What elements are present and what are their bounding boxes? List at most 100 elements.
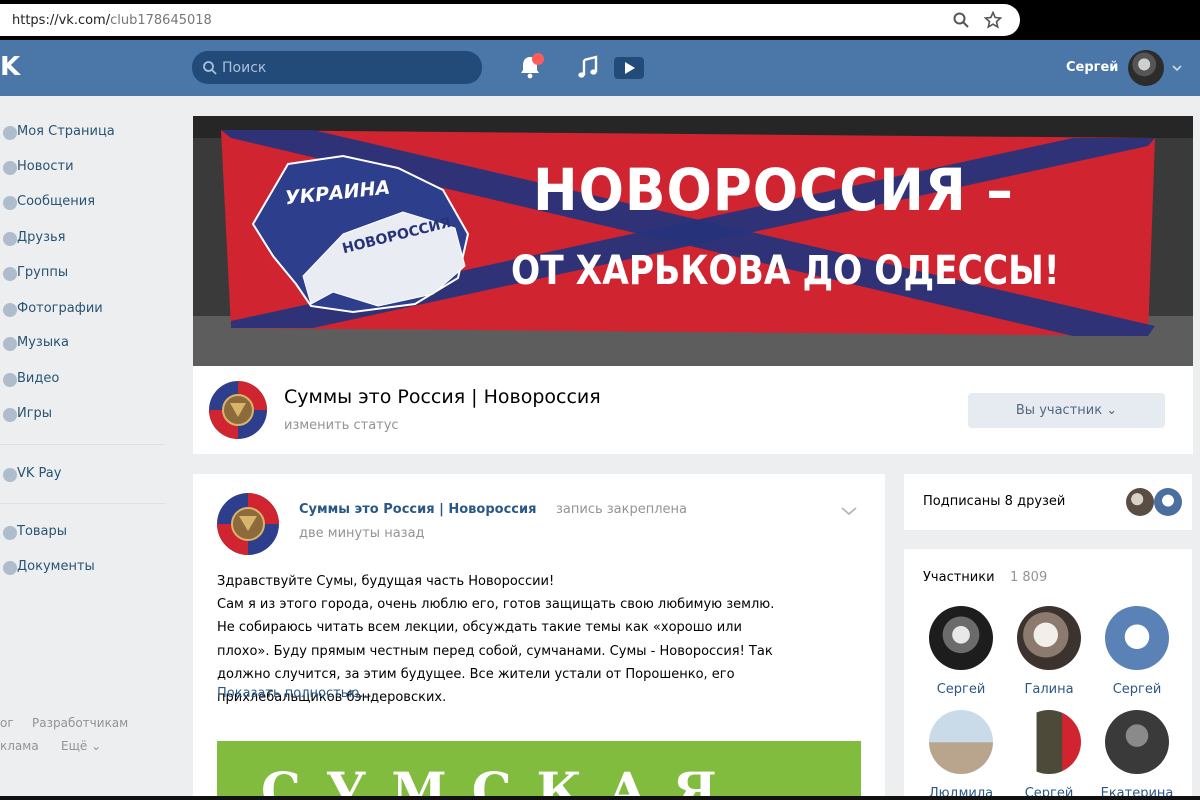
- sidebar-item-vk-pay[interactable]: VK Pay: [3, 466, 62, 482]
- sidebar-item-label: Игры: [17, 406, 53, 421]
- group-cover-image: УКРАИНА НОВОРОССИЯ НОВОРОССИЯ – ОТ ХАРЬК…: [193, 116, 1193, 366]
- friends-subscribed-box[interactable]: Подписаны 8 друзей: [904, 474, 1192, 530]
- members-title[interactable]: Участники: [923, 570, 995, 585]
- sidebar-item-friends[interactable]: Друзья: [3, 230, 66, 246]
- window-bottom-edge: [0, 796, 1200, 800]
- member-avatar: [929, 710, 993, 774]
- edit-status-link[interactable]: изменить статус: [284, 418, 399, 433]
- sidebar-item-label: Друзья: [17, 230, 66, 245]
- profile-icon: [3, 126, 17, 140]
- vk-pay-icon: [3, 468, 17, 482]
- bookmark-star-icon[interactable]: [984, 11, 1002, 29]
- sidebar-item-label: Документы: [17, 559, 95, 574]
- photos-icon: [3, 303, 17, 317]
- address-bar[interactable]: https://vk.com/club178645018: [0, 4, 1020, 36]
- sidebar-item-groups[interactable]: Группы: [3, 265, 69, 281]
- sidebar-item-label: Музыка: [17, 335, 69, 350]
- post-timestamp[interactable]: две минуты назад: [299, 526, 425, 541]
- footer-link-more[interactable]: Ещё ⌄: [61, 739, 101, 753]
- url-path: club178645018: [110, 13, 212, 28]
- zoom-icon[interactable]: [952, 11, 970, 29]
- member-card[interactable]: Людмила: [921, 710, 1001, 800]
- sidebar-item-label: Фотографии: [17, 301, 103, 316]
- footer-link-ads[interactable]: клама: [0, 739, 39, 753]
- news-icon: [3, 161, 17, 175]
- sidebar-item-label: Товары: [17, 524, 68, 539]
- left-sidebar: Моя Страница Новости Сообщения Друзья Гр…: [0, 96, 180, 796]
- sidebar-item-label: VK Pay: [17, 466, 62, 481]
- sidebar-item-label: Группы: [17, 265, 69, 280]
- post-text-line: должно случится, за этим будущее. Все жи…: [217, 666, 735, 682]
- post-image[interactable]: СУМСКАЯ: [217, 741, 861, 796]
- post-author-link[interactable]: Суммы это Россия | Новороссия: [299, 502, 536, 517]
- post-text-line: Не собираюсь читать всем лекции, обсужда…: [217, 620, 742, 636]
- sidebar-item-news[interactable]: Новости: [3, 159, 74, 175]
- member-avatar: [929, 606, 993, 670]
- post-image-text: СУМСКАЯ: [261, 761, 742, 796]
- search-box[interactable]: [192, 51, 482, 84]
- page-body: Моя Страница Новости Сообщения Друзья Гр…: [0, 96, 1200, 800]
- member-status-button[interactable]: Вы участник ⌄: [968, 393, 1165, 428]
- member-card[interactable]: Сергей: [921, 606, 1001, 706]
- sidebar-item-my-page[interactable]: Моя Страница: [3, 124, 115, 140]
- games-icon: [3, 408, 17, 422]
- post-author-avatar[interactable]: [217, 493, 279, 555]
- group-avatar[interactable]: [209, 381, 267, 439]
- footer-link-blog[interactable]: ог: [0, 716, 14, 730]
- groups-icon: [3, 267, 17, 281]
- friends-subscribed-text: Подписаны 8 друзей: [923, 494, 1066, 509]
- sidebar-divider: [0, 444, 165, 445]
- sidebar-item-messages[interactable]: Сообщения: [3, 194, 96, 210]
- friend-avatar: [1126, 488, 1154, 516]
- post-text-line: плохо». Буду прямым честным перед собой,…: [217, 643, 773, 659]
- video-play-icon[interactable]: [613, 56, 645, 80]
- group-title: Суммы это Россия | Новороссия: [284, 386, 601, 408]
- music-note-icon: [3, 337, 17, 351]
- cover-subline: ОТ ХАРЬКОВА ДО ОДЕССЫ!: [511, 248, 1060, 294]
- member-card[interactable]: Екатерина: [1097, 710, 1177, 800]
- member-card[interactable]: Сергей: [1097, 606, 1177, 706]
- member-name: Сергей: [936, 682, 986, 697]
- browser-toolbar: https://vk.com/club178645018: [0, 0, 1200, 40]
- sidebar-item-documents[interactable]: Документы: [3, 559, 95, 575]
- sidebar-item-photos[interactable]: Фотографии: [3, 301, 103, 317]
- sidebar-item-label: Новости: [17, 159, 74, 174]
- friends-icon: [3, 232, 17, 246]
- member-avatar: [1017, 710, 1081, 774]
- member-avatar: [1017, 606, 1081, 670]
- member-card[interactable]: Галина: [1009, 606, 1089, 706]
- chevron-down-icon[interactable]: [841, 506, 857, 516]
- site-header: K Сергей: [0, 40, 1200, 96]
- messages-icon: [3, 196, 17, 210]
- sidebar-item-video[interactable]: Видео: [3, 371, 59, 387]
- chevron-down-icon[interactable]: [1172, 64, 1182, 72]
- member-name: Галина: [1024, 682, 1074, 697]
- url-host: https://vk.com/: [12, 13, 111, 28]
- notification-badge: [532, 53, 544, 65]
- pinned-post: Суммы это Россия | Новороссия запись зак…: [193, 474, 885, 796]
- header-user-avatar[interactable]: [1128, 50, 1164, 86]
- header-user-name[interactable]: Сергей: [1066, 60, 1118, 75]
- search-icon: [203, 61, 217, 75]
- vk-logo[interactable]: K: [0, 52, 20, 82]
- post-pinned-label: запись закреплена: [556, 502, 688, 517]
- member-avatar: [1105, 710, 1169, 774]
- member-card[interactable]: Сергей: [1009, 710, 1089, 800]
- goods-icon: [3, 526, 17, 540]
- member-avatar: [1105, 606, 1169, 670]
- sidebar-item-goods[interactable]: Товары: [3, 524, 68, 540]
- documents-icon: [3, 561, 17, 575]
- sidebar-item-games[interactable]: Игры: [3, 406, 53, 422]
- search-input[interactable]: [222, 51, 462, 84]
- show-more-link[interactable]: Показать полностью...: [217, 686, 372, 701]
- sidebar-item-label: Сообщения: [17, 194, 96, 209]
- member-name: Сергей: [1112, 682, 1162, 697]
- group-header: Суммы это Россия | Новороссия изменить с…: [193, 366, 1193, 454]
- sidebar-item-label: Моя Страница: [17, 124, 115, 139]
- music-icon[interactable]: [576, 55, 600, 81]
- friend-avatar: [1154, 488, 1182, 516]
- url-text[interactable]: https://vk.com/club178645018: [12, 13, 212, 28]
- footer-link-developers[interactable]: Разработчикам: [32, 716, 128, 730]
- sidebar-item-music[interactable]: Музыка: [3, 335, 69, 351]
- cover-headline: НОВОРОССИЯ –: [533, 156, 1014, 224]
